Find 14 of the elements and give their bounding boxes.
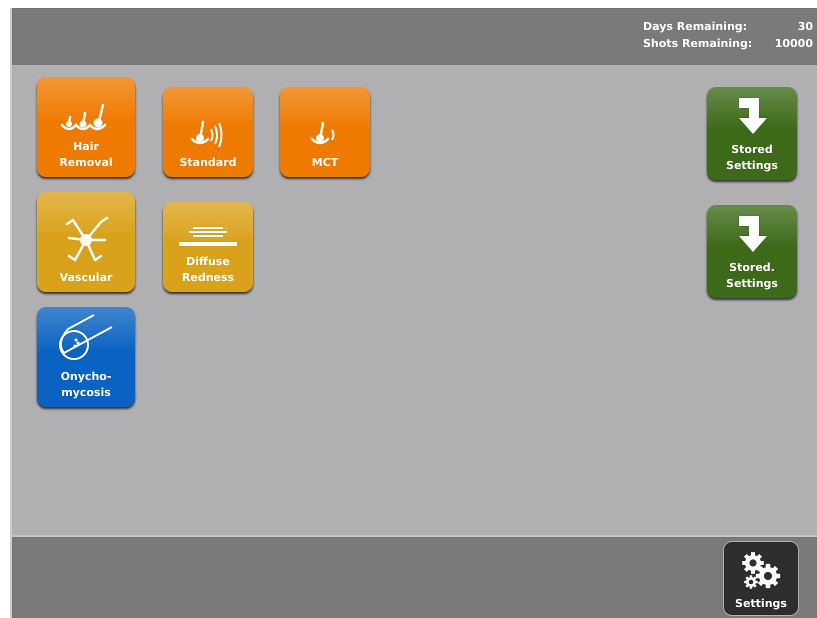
stat-value: 10000 [774,36,813,52]
settings-icon [741,552,781,592]
stored-settings-button[interactable]: Stored Settings [707,87,797,180]
treatment-button[interactable]: Onycho- mycosis [37,307,135,407]
settings-button[interactable]: Settings [723,541,799,616]
treatment-button[interactable]: MCT [280,87,370,177]
treatment-button[interactable]: Standard [163,87,253,177]
treatment-button[interactable]: Vascular [37,192,135,292]
stored-settings-button[interactable]: Stored. Settings [707,205,797,298]
stat-label: Shots Remaining: [643,36,753,52]
stat-value: 30 [796,19,813,35]
treatment-button[interactable]: Hair Removal [37,77,135,177]
stat-label: Days Remaining: [643,19,748,35]
treatment-button[interactable]: Diffuse Redness [163,202,253,292]
